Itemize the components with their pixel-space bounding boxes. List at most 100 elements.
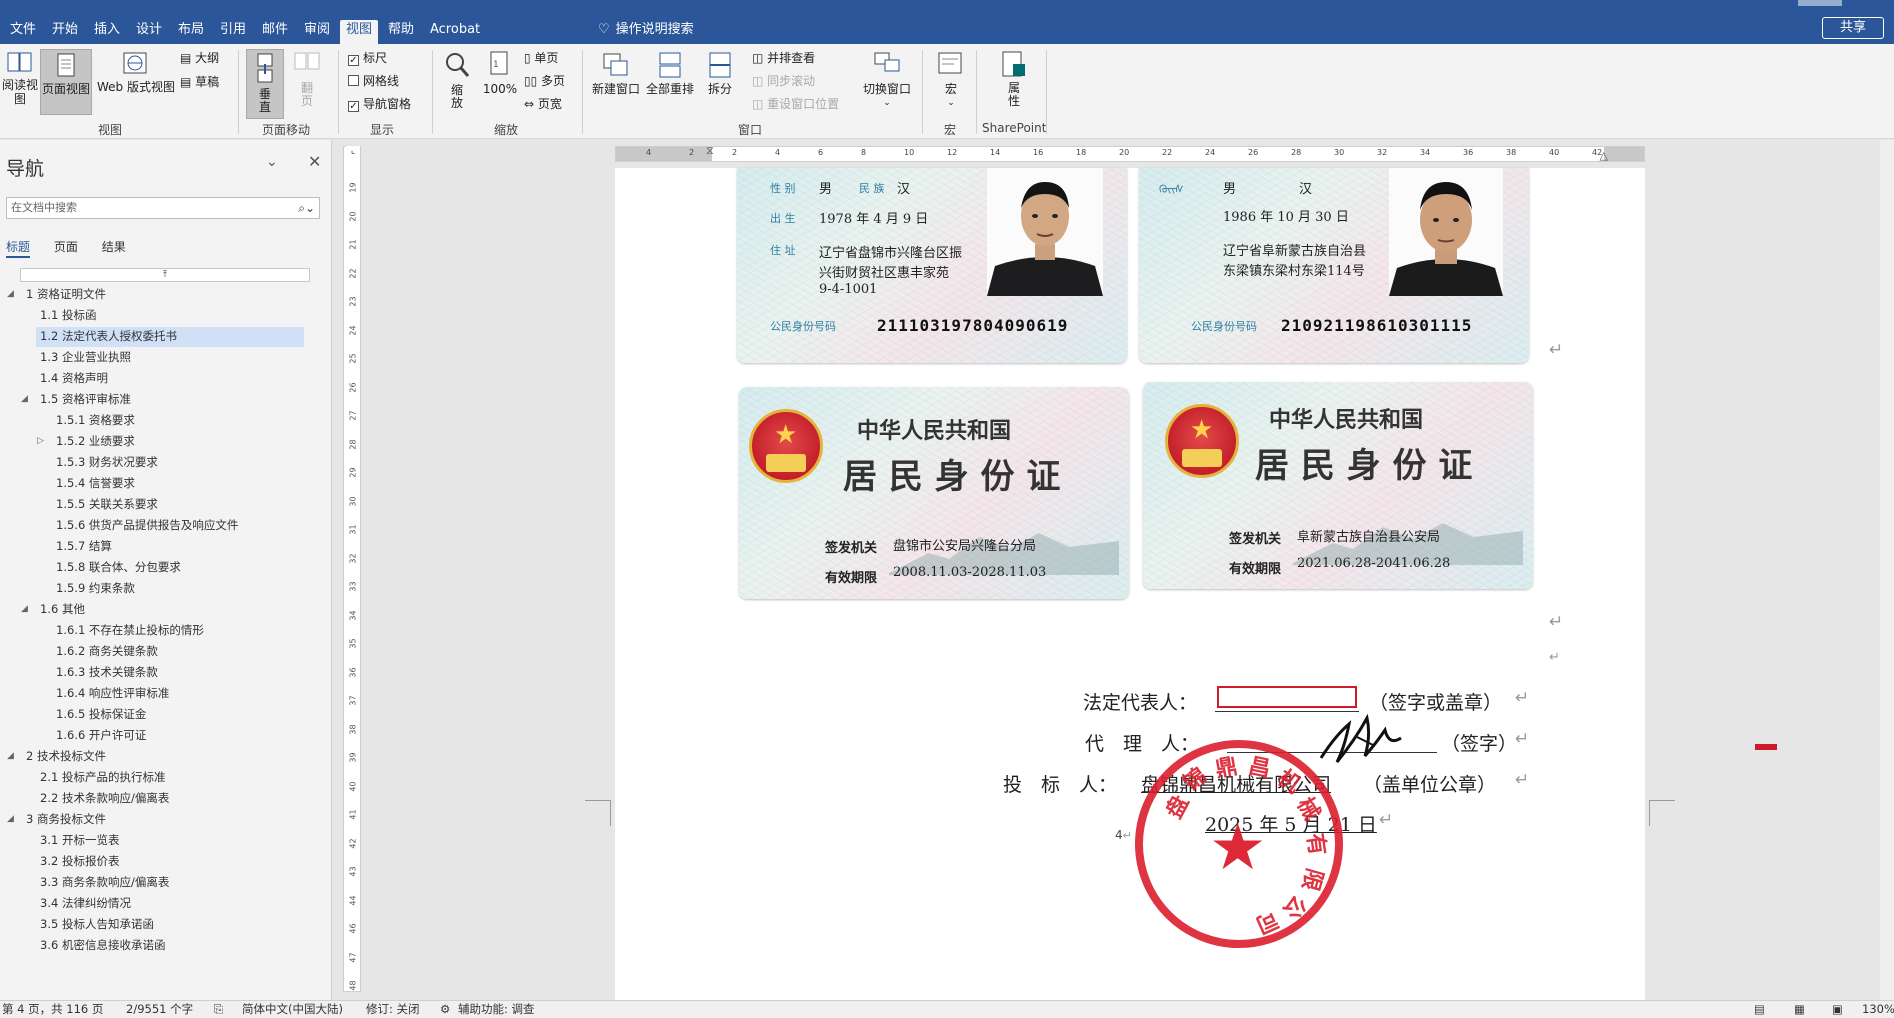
nav-search-input[interactable]: 在文档中搜索 ⌕⌄ [6,197,320,219]
zoom-button[interactable]: 缩放 [440,50,474,110]
accessibility-icon[interactable]: ⚙ [440,1001,450,1018]
language-indicator[interactable]: 简体中文(中国大陆) [242,1001,343,1018]
tab-file[interactable]: 文件 [4,20,42,44]
nav-heading-item[interactable]: ◢ 1.5 资格评审标准 [21,390,304,410]
nav-heading-item[interactable]: 1.5.3 财务状况要求 [52,453,304,473]
tab-help[interactable]: 帮助 [382,20,420,44]
nav-heading-item[interactable]: 1.5.8 联合体、分包要求 [52,558,304,578]
nav-heading-item[interactable]: 1.6.6 开户许可证 [52,726,304,746]
proofing-icon[interactable]: ⎘ [214,1001,223,1018]
nav-tab-pages[interactable]: 页面 [54,240,78,254]
collapse-triangle-icon[interactable]: ◢ [7,810,14,828]
document-page[interactable]: 性 别 男 民 族 汉 出 生 1978 年 4 月 9 日 住 址 辽宁省盘锦… [585,168,1777,1000]
tab-insert[interactable]: 插入 [88,20,126,44]
new-window-button[interactable]: 新建窗口 [590,50,642,96]
collapse-triangle-icon[interactable]: ◢ [21,390,28,408]
nav-heading-item[interactable]: ◢ 1 资格证明文件 [7,285,304,305]
nav-heading-item[interactable]: 3.4 法律纠纷情况 [36,894,304,914]
page-width-button[interactable]: ⇔ 页宽 [524,96,562,112]
nav-heading-item[interactable]: 1.6.5 投标保证金 [52,705,304,725]
horizontal-ruler[interactable]: ⧖ △ 4 2 2 4 6 8 10 12 14 16 18 20 22 24 26 28 30 32 34 36 38… [615,144,1645,162]
properties-button[interactable]: 属性 [990,50,1038,108]
word-count[interactable]: 2/9551 个字 [126,1001,193,1018]
nav-heading-item[interactable]: 1.6.2 商务关键条款 [52,642,304,662]
vertical-scrollbar[interactable] [1880,140,1894,1000]
page-count[interactable]: 第 4 页，共 116 页 [2,1001,103,1018]
tab-review[interactable]: 审阅 [298,20,336,44]
nav-heading-item[interactable]: 1.5.5 关联关系要求 [52,495,304,515]
scroll-to-top-button[interactable]: ⤒ [20,268,310,282]
nav-heading-item[interactable]: 1.5.7 结算 [52,537,304,557]
ruler-checkbox[interactable]: ✓ 标尺 [348,50,387,66]
sync-scroll-button[interactable]: ◫ 同步滚动 [752,73,815,89]
tab-mailings[interactable]: 邮件 [256,20,294,44]
nav-heading-item[interactable]: 1.6.3 技术关键条款 [52,663,304,683]
nav-heading-item[interactable]: 1.3 企业营业执照 [36,348,304,368]
tab-view[interactable]: 视图 [340,20,379,44]
nav-tab-headings[interactable]: 标题 [6,240,31,258]
nav-heading-item[interactable]: ▷ 1.5.2 业绩要求 [37,432,304,452]
expand-triangle-icon[interactable]: ▷ [37,432,44,450]
nav-heading-item[interactable]: 1.1 投标函 [36,306,304,326]
nav-heading-item[interactable]: 1.5.1 资格要求 [52,411,304,431]
indent-marker-icon[interactable]: ⧖ [706,144,714,158]
read-mode-button[interactable]: 阅读视图 [2,50,38,106]
tab-references[interactable]: 引用 [214,20,252,44]
tab-home[interactable]: 开始 [46,20,84,44]
nav-heading-item[interactable]: 1.5.4 信誉要求 [52,474,304,494]
print-layout-view-icon[interactable]: ▦ [1794,1001,1805,1018]
tab-layout[interactable]: 布局 [172,20,210,44]
nav-heading-item[interactable]: ◢ 3 商务投标文件 [7,810,304,830]
web-layout-view-icon[interactable]: ▣ [1832,1001,1843,1018]
nav-heading-item[interactable]: 1.5.6 供货产品提供报告及响应文件 [52,516,304,536]
account-area[interactable] [1798,0,1842,6]
nav-heading-item[interactable]: 3.3 商务条款响应/偏离表 [36,873,304,893]
nav-heading-item[interactable]: 1.4 资格声明 [36,369,304,389]
accessibility-status[interactable]: 辅助功能: 调查 [458,1001,535,1018]
split-button[interactable]: 拆分 [700,50,740,96]
nav-heading-item[interactable]: 1.6.4 响应性评审标准 [52,684,304,704]
nav-heading-item[interactable]: 1.6.1 不存在禁止投标的情形 [52,621,304,641]
read-mode-view-icon[interactable]: ▤ [1754,1001,1765,1018]
tab-acrobat[interactable]: Acrobat [424,20,486,44]
nav-heading-item[interactable]: 1.5.9 约束条款 [52,579,304,599]
zoom-level[interactable]: 130% [1862,1001,1894,1018]
vertical-ruler[interactable]: ⌞ 19 20 21 22 23 24 25 26 27 28 29 30 31 32 33 34 35 36 37… [343,146,361,992]
collapse-triangle-icon[interactable]: ◢ [7,747,14,765]
nav-pane-checkbox[interactable]: ✓ 导航窗格 [348,96,411,112]
one-page-button[interactable]: ▯ 单页 [524,50,558,66]
nav-heading-item[interactable]: 1.2 法定代表人授权委托书 [36,327,304,347]
track-changes-status[interactable]: 修订: 关闭 [366,1001,420,1018]
nav-heading-item[interactable]: ◢ 1.6 其他 [21,600,304,620]
web-layout-button[interactable]: Web 版式视图 [94,50,178,94]
tab-design[interactable]: 设计 [130,20,168,44]
tell-me-search[interactable]: ♡ 操作说明搜索 [598,20,694,40]
nav-heading-item[interactable]: 2.1 投标产品的执行标准 [36,768,304,788]
nav-heading-item[interactable]: 3.5 投标人告知承诺函 [36,915,304,935]
collapse-triangle-icon[interactable]: ◢ [21,600,28,618]
search-icon[interactable]: ⌕⌄ [298,198,315,218]
reset-position-button[interactable]: ◫ 重设窗口位置 [752,96,839,112]
gridlines-checkbox[interactable]: 网格线 [348,73,399,89]
nav-tab-results[interactable]: 结果 [102,240,126,254]
ruler-corner-tab[interactable]: ⌞ [346,146,360,158]
print-layout-button[interactable]: 页面视图 [40,49,92,115]
draft-button[interactable]: ▤ 草稿 [180,74,219,90]
collapse-triangle-icon[interactable]: ◢ [7,285,14,303]
zoom-100-button[interactable]: 1 100% [480,50,520,96]
nav-heading-item[interactable]: 2.2 技术条款响应/偏离表 [36,789,304,809]
nav-heading-item[interactable]: 3.6 机密信息接收承诺函 [36,936,304,956]
macros-button[interactable]: 宏 ⌄ [930,50,972,110]
nav-heading-item[interactable]: 3.1 开标一览表 [36,831,304,851]
vertical-button[interactable]: 垂直 [246,49,284,119]
arrange-all-button[interactable]: 全部重排 [644,50,696,96]
switch-window-button[interactable]: 切换窗口 ⌄ [860,50,914,110]
outline-button[interactable]: ▤ 大纲 [180,50,219,66]
multi-page-button[interactable]: ▯▯ 多页 [524,73,565,89]
chevron-down-icon[interactable]: ⌄ [266,154,278,170]
side-by-side-button[interactable]: ◫ 并排查看 [752,50,815,66]
nav-heading-item[interactable]: ◢ 2 技术投标文件 [7,747,304,767]
side-to-side-button[interactable]: 翻页 [290,50,324,108]
share-button[interactable]: 共享 [1822,17,1884,39]
close-icon[interactable]: ✕ [308,152,321,171]
